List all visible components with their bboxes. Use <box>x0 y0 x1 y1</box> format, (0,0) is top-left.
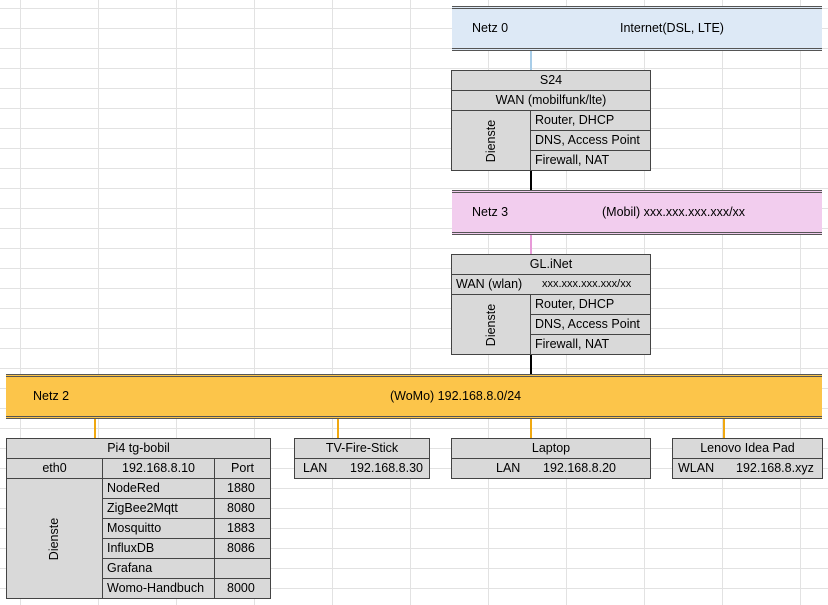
connector-netz2-pi4 <box>94 419 96 438</box>
pi4-service-port: 8080 <box>215 499 271 519</box>
pi4-box: Pi4 tg-bobil eth0 192.168.8.10 Port Dien… <box>6 438 271 599</box>
firestick-box: TV-Fire-Stick LAN 192.168.8.30 <box>294 438 430 479</box>
pi4-ip: 192.168.8.10 <box>103 459 215 479</box>
connector-netz2-lenovo <box>723 419 725 438</box>
pi4-service-name: NodeRed <box>103 479 215 499</box>
netz2-description: (WoMo) 192.168.8.0/24 <box>390 389 522 403</box>
pi4-service-port <box>215 559 271 579</box>
glinet-title: GL.iNet <box>452 255 651 275</box>
s24-service: DNS, Access Point <box>531 131 651 151</box>
connector-glinet-netz2 <box>530 355 532 374</box>
glinet-dienste-label: Dienste <box>452 295 531 355</box>
glinet-wan-value: xxx.xxx.xxx.xxx/xx <box>542 278 632 290</box>
s24-service: Router, DHCP <box>531 111 651 131</box>
firestick-ip: 192.168.8.30 <box>350 461 423 475</box>
lenovo-box: Lenovo Idea Pad WLAN 192.168.8.xyz <box>672 438 823 479</box>
connector-netz0-s24 <box>530 51 532 70</box>
netz3-band: Netz 3 (Mobil) xxx.xxx.xxx.xxx/xx <box>452 190 822 235</box>
pi4-iface: eth0 <box>7 459 103 479</box>
firestick-title: TV-Fire-Stick <box>295 439 430 459</box>
laptop-ip: 192.168.8.20 <box>543 461 616 475</box>
pi4-title: Pi4 tg-bobil <box>7 439 271 459</box>
glinet-service: Router, DHCP <box>531 295 651 315</box>
lenovo-iface: WLAN <box>678 461 715 475</box>
laptop-iface: LAN <box>496 461 521 475</box>
lenovo-ip: 192.168.8.xyz <box>736 461 814 475</box>
glinet-service: Firewall, NAT <box>531 335 651 355</box>
s24-title: S24 <box>452 71 651 91</box>
lenovo-title: Lenovo Idea Pad <box>673 439 823 459</box>
pi4-service-name: Mosquitto <box>103 519 215 539</box>
s24-service: Firewall, NAT <box>531 151 651 171</box>
netz0-band: Netz 0 Internet(DSL, LTE) <box>452 6 822 51</box>
glinet-wan-label: WAN (wlan) <box>456 277 523 291</box>
netz3-label: Netz 3 <box>472 205 509 219</box>
netz2-band: Netz 2 (WoMo) 192.168.8.0/24 <box>6 374 822 419</box>
pi4-service-port: 1883 <box>215 519 271 539</box>
connector-s24-netz3 <box>530 171 532 190</box>
s24-wan: WAN (mobilfunk/lte) <box>452 91 651 111</box>
netz0-label: Netz 0 <box>472 21 509 35</box>
pi4-service-name: Womo-Handbuch <box>103 579 215 599</box>
connector-netz3-glinet <box>530 235 532 254</box>
s24-dienste-label: Dienste <box>452 111 531 171</box>
connector-netz2-laptop <box>530 419 532 438</box>
laptop-title: Laptop <box>452 439 651 459</box>
netz0-description: Internet(DSL, LTE) <box>620 21 724 35</box>
connector-netz2-firestick <box>337 419 339 438</box>
netz3-description: (Mobil) xxx.xxx.xxx.xxx/xx <box>602 205 746 219</box>
pi4-service-port: 8086 <box>215 539 271 559</box>
glinet-box: GL.iNet WAN (wlan) xxx.xxx.xxx.xxx/xx Di… <box>451 254 651 355</box>
s24-box: S24 WAN (mobilfunk/lte) Dienste Router, … <box>451 70 651 171</box>
laptop-box: Laptop LAN 192.168.8.20 <box>451 438 651 479</box>
pi4-service-name: Grafana <box>103 559 215 579</box>
pi4-dienste-label: Dienste <box>7 479 103 599</box>
pi4-port-header: Port <box>215 459 271 479</box>
pi4-service-port: 1880 <box>215 479 271 499</box>
glinet-wan-row: WAN (wlan) xxx.xxx.xxx.xxx/xx <box>452 275 651 295</box>
pi4-service-port: 8000 <box>215 579 271 599</box>
netz2-label: Netz 2 <box>33 389 70 403</box>
pi4-service-name: ZigBee2Mqtt <box>103 499 215 519</box>
glinet-service: DNS, Access Point <box>531 315 651 335</box>
pi4-service-name: InfluxDB <box>103 539 215 559</box>
